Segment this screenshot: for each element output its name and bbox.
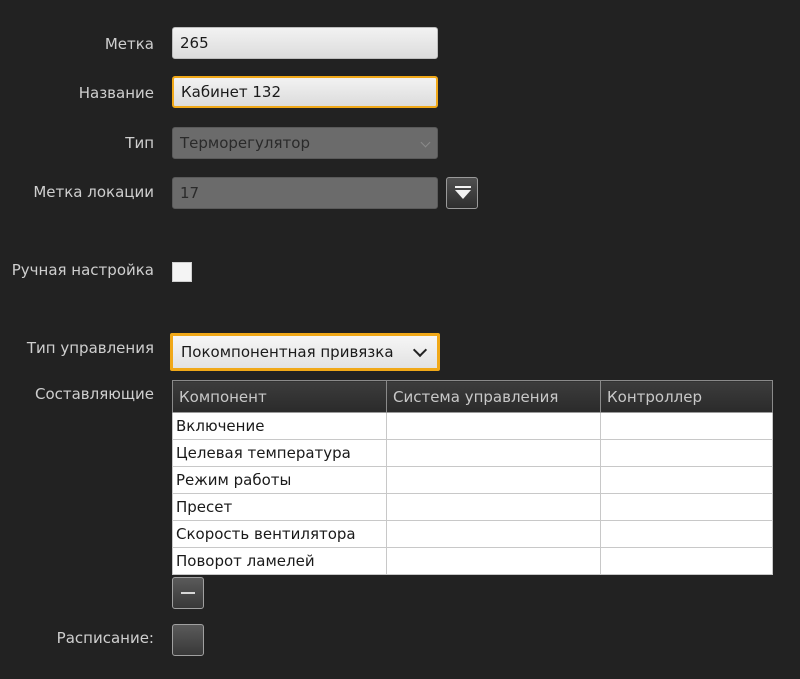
table-row[interactable]: Поворот ламелей bbox=[172, 547, 773, 575]
table-cell[interactable] bbox=[386, 520, 601, 548]
control-type-select-value: Покомпонентная привязка bbox=[181, 343, 394, 361]
table-row[interactable]: Скорость вентилятора bbox=[172, 520, 773, 548]
column-header-controller[interactable]: Контроллер bbox=[600, 380, 773, 413]
location-input[interactable]: 17 bbox=[172, 177, 438, 209]
name-input[interactable]: Кабинет 132 bbox=[172, 76, 438, 108]
chevron-down-icon bbox=[412, 342, 428, 358]
table-cell[interactable]: Включение bbox=[172, 412, 387, 440]
manual-setting-checkbox[interactable] bbox=[172, 262, 192, 282]
table-cell[interactable] bbox=[386, 466, 601, 494]
table-header-row: Компонент Система управления Контроллер bbox=[172, 380, 773, 413]
tag-input[interactable]: 265 bbox=[172, 27, 438, 59]
location-dropdown-button[interactable] bbox=[446, 177, 478, 209]
location-label: Метка локации bbox=[33, 183, 154, 201]
schedule-label: Расписание: bbox=[56, 629, 154, 647]
table-cell[interactable]: Пресет bbox=[172, 493, 387, 521]
table-cell[interactable] bbox=[386, 412, 601, 440]
components-label: Составляющие bbox=[34, 385, 154, 403]
tag-label: Метка bbox=[104, 35, 154, 53]
table-row[interactable]: Целевая температура bbox=[172, 439, 773, 467]
schedule-toggle[interactable] bbox=[172, 624, 204, 656]
table-cell[interactable] bbox=[600, 520, 773, 548]
type-select-value: Терморегулятор bbox=[180, 134, 310, 152]
table-cell[interactable]: Скорость вентилятора bbox=[172, 520, 387, 548]
table-cell[interactable] bbox=[600, 493, 773, 521]
manual-setting-label: Ручная настройка bbox=[11, 261, 154, 279]
table-cell[interactable] bbox=[600, 439, 773, 467]
minus-icon bbox=[181, 592, 195, 594]
column-header-control-system[interactable]: Система управления bbox=[386, 380, 601, 413]
type-select[interactable]: Терморегулятор bbox=[172, 127, 438, 159]
type-label: Тип bbox=[125, 134, 154, 152]
chevron-down-icon bbox=[420, 137, 431, 148]
remove-component-button[interactable] bbox=[172, 577, 204, 609]
control-type-label: Тип управления bbox=[26, 339, 154, 357]
table-row[interactable]: Включение bbox=[172, 412, 773, 440]
control-type-select[interactable]: Покомпонентная привязка bbox=[170, 333, 440, 371]
table-cell[interactable] bbox=[600, 466, 773, 494]
table-cell[interactable]: Поворот ламелей bbox=[172, 547, 387, 575]
table-cell[interactable] bbox=[600, 547, 773, 575]
name-label: Название bbox=[78, 84, 154, 102]
components-table: Компонент Система управления Контроллер … bbox=[172, 380, 773, 575]
table-cell[interactable] bbox=[386, 547, 601, 575]
column-header-component[interactable]: Компонент bbox=[172, 380, 387, 413]
table-cell[interactable] bbox=[386, 439, 601, 467]
table-cell[interactable]: Целевая температура bbox=[172, 439, 387, 467]
table-cell[interactable] bbox=[600, 412, 773, 440]
table-cell[interactable] bbox=[386, 493, 601, 521]
table-cell[interactable]: Режим работы bbox=[172, 466, 387, 494]
triangle-down-icon bbox=[447, 177, 477, 209]
table-row[interactable]: Пресет bbox=[172, 493, 773, 521]
table-row[interactable]: Режим работы bbox=[172, 466, 773, 494]
